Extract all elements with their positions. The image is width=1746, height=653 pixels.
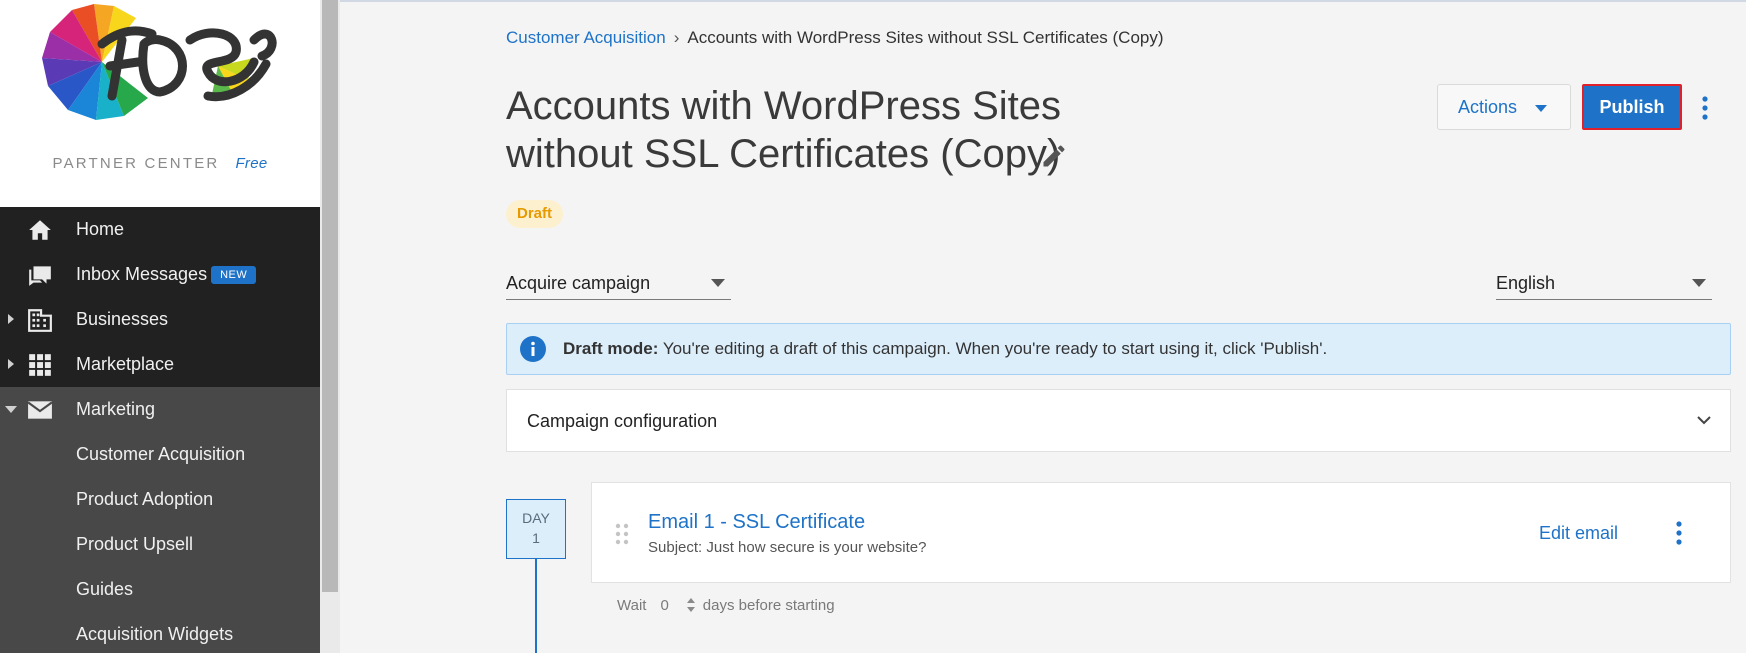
sidebar-item-label-wrap: Inbox Messages NEW (76, 264, 257, 285)
wait-row: Wait 0 days before starting (617, 597, 835, 614)
breadcrumb-link-customer-acquisition[interactable]: Customer Acquisition (506, 28, 666, 47)
caret-right-icon[interactable] (5, 313, 17, 325)
sidebar-item-label: Marketplace (76, 354, 175, 374)
day-label: DAY (522, 510, 550, 526)
pencil-icon[interactable] (1040, 142, 1068, 170)
campaign-type-value: Acquire campaign (506, 273, 651, 293)
sidebar-item-marketplace[interactable]: Marketplace (0, 342, 320, 387)
sidebar-subitem-product-adoption[interactable]: Product Adoption (0, 477, 320, 522)
language-value: English (1496, 273, 1556, 293)
stepper-arrows-icon[interactable] (685, 597, 697, 613)
chat-icon (29, 266, 51, 286)
campaign-configuration-label: Campaign configuration (527, 411, 718, 431)
draft-mode-alert: Draft mode: You're editing a draft of th… (506, 323, 1731, 375)
sidebar-subitem-guides[interactable]: Guides (0, 567, 320, 612)
caret-right-icon[interactable] (5, 358, 17, 370)
info-icon (520, 336, 546, 362)
status-badge: Draft (506, 200, 564, 228)
sidebar-item-label: Businesses (76, 309, 169, 329)
language-select[interactable]: English (1496, 268, 1712, 300)
day-marker: DAY 1 (506, 499, 566, 559)
email-step-card: Email 1 - SSL Certificate Subject: Just … (591, 482, 1731, 583)
publish-button[interactable]: Publish (1582, 84, 1682, 130)
alert-text: Draft mode: You're editing a draft of th… (563, 339, 1327, 359)
breadcrumb-current: Accounts with WordPress Sites without SS… (687, 28, 1164, 47)
wait-days-input[interactable]: 0 (660, 597, 668, 614)
day-number: 1 (532, 530, 540, 546)
campaign-type-select[interactable]: Acquire campaign (506, 268, 731, 300)
sidebar-subitem-customer-acquisition[interactable]: Customer Acquisition (0, 432, 320, 477)
edit-email-button[interactable]: Edit email (1539, 523, 1618, 544)
sidebar-subitem-acquisition-widgets[interactable]: Acquisition Widgets (0, 612, 320, 653)
sidebar-item-label: Inbox Messages (76, 264, 208, 284)
breadcrumb: Customer Acquisition › Accounts with WordP… (506, 28, 1164, 48)
more-vertical-icon[interactable] (1697, 94, 1713, 122)
dropdown-arrow-icon (1535, 105, 1547, 112)
brand-row: PARTNER CENTER Free (0, 155, 320, 172)
actions-button-label: Actions (1458, 96, 1518, 117)
campaign-configuration-panel[interactable]: Campaign configuration (506, 389, 1731, 452)
fds-logo[interactable] (40, 0, 280, 125)
dropdown-arrow-icon (711, 279, 725, 287)
sidebar-item-label: Home (76, 219, 125, 239)
chevron-down-icon[interactable] (1696, 415, 1712, 425)
drag-handle-icon[interactable] (615, 523, 629, 545)
alert-bold: Draft mode: (563, 339, 659, 358)
breadcrumb-separator: › (673, 28, 680, 47)
grid-icon (29, 354, 51, 376)
sidebar-item-businesses[interactable]: Businesses (0, 297, 320, 342)
email-subject: Subject: Just how secure is your website… (648, 539, 927, 556)
sidebar-item-home[interactable]: Home (0, 207, 320, 252)
brand-panel: PARTNER CENTER Free (0, 0, 320, 207)
mail-icon (27, 401, 53, 419)
actions-button[interactable]: Actions (1437, 84, 1571, 130)
sidebar-item-label: Marketing (76, 399, 156, 419)
wait-suffix: days before starting (702, 597, 835, 614)
new-badge: NEW (211, 266, 257, 284)
wait-label: Wait (617, 597, 647, 614)
email-title-link[interactable]: Email 1 - SSL Certificate (648, 511, 865, 534)
tier-label: Free (235, 155, 268, 172)
alert-message: You're editing a draft of this campaign.… (662, 339, 1328, 358)
sidebar-item-marketing[interactable]: Marketing (0, 387, 320, 432)
sidebar-subitem-product-upsell[interactable]: Product Upsell (0, 522, 320, 567)
home-icon (29, 220, 51, 240)
building-icon (28, 309, 52, 332)
timeline-line (535, 559, 537, 653)
top-divider (340, 0, 1746, 2)
sidebar: PARTNER CENTER Free Home Inbox Messages NE… (0, 0, 320, 653)
partner-center-label: PARTNER CENTER (52, 155, 220, 172)
page-title: Accounts with WordPress Sites without SS… (506, 84, 1062, 176)
caret-down-icon[interactable] (5, 403, 17, 415)
more-vertical-icon[interactable] (1671, 519, 1687, 547)
sidebar-item-inbox-messages[interactable]: Inbox Messages NEW (0, 252, 320, 297)
dropdown-arrow-icon (1692, 279, 1706, 287)
sidebar-scrollbar-thumb[interactable] (322, 0, 338, 592)
